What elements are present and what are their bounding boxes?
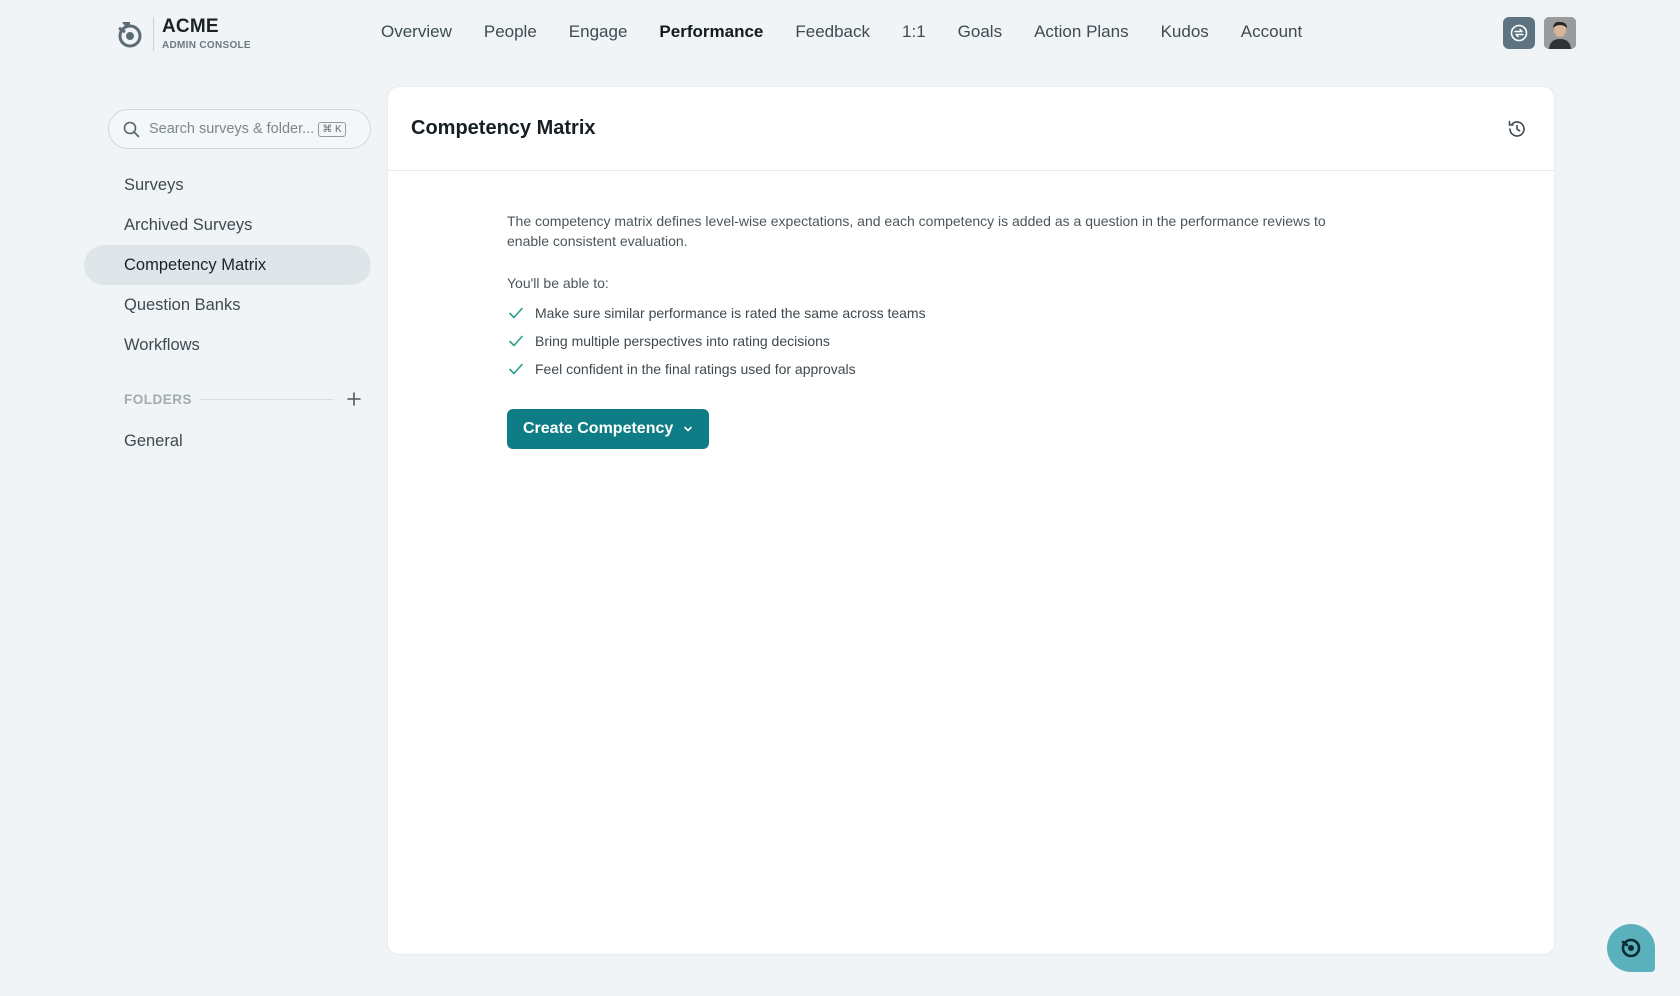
nav-feedback[interactable]: Feedback (795, 20, 870, 44)
sidebar-list: Surveys Archived Surveys Competency Matr… (84, 165, 371, 365)
nav-account[interactable]: Account (1241, 20, 1302, 44)
top-actions (1503, 17, 1576, 49)
acme-logo-icon (115, 17, 145, 51)
brand-divider (153, 16, 154, 51)
check-icon (507, 360, 525, 378)
switch-app-button[interactable] (1503, 17, 1535, 49)
nav-people[interactable]: People (484, 20, 537, 44)
chat-icon (1621, 938, 1641, 958)
list-item: Make sure similar performance is rated t… (507, 299, 1327, 327)
nav-action-plans[interactable]: Action Plans (1034, 20, 1129, 44)
folder-item-general[interactable]: General (84, 421, 371, 461)
nav-kudos[interactable]: Kudos (1161, 20, 1209, 44)
create-competency-label: Create Competency (523, 420, 674, 437)
chat-support-button[interactable] (1607, 924, 1655, 972)
folders-header: FOLDERS (84, 387, 371, 411)
search-input[interactable]: Search surveys & folder... ⌘ K (108, 109, 371, 149)
brand-subtitle: ADMIN CONSOLE (162, 40, 251, 51)
description: The competency matrix defines level-wise… (507, 213, 1326, 249)
search-icon (123, 121, 140, 137)
list-item: Bring multiple perspectives into rating … (507, 327, 1327, 355)
check-icon (507, 304, 525, 322)
benefits-list: Make sure similar performance is rated t… (507, 299, 1327, 383)
benefit-text: Make sure similar performance is rated t… (535, 305, 926, 321)
brand[interactable]: ACME ADMIN CONSOLE (115, 16, 251, 51)
create-competency-button[interactable]: Create Competency (507, 409, 710, 449)
check-icon (507, 332, 525, 350)
user-avatar[interactable] (1544, 17, 1576, 49)
sidebar-item-workflows[interactable]: Workflows (84, 325, 371, 365)
benefit-text: Feel confident in the final ratings used… (535, 361, 856, 377)
list-item: Feel confident in the final ratings used… (507, 355, 1327, 383)
sidebar-item-competency-matrix[interactable]: Competency Matrix (84, 245, 371, 285)
panel-header: Competency Matrix (388, 87, 1554, 171)
able-to-label: You'll be able to: (507, 275, 609, 291)
history-button[interactable] (1502, 114, 1532, 144)
benefit-text: Bring multiple perspectives into rating … (535, 333, 830, 349)
sidebar-item-surveys[interactable]: Surveys (84, 165, 371, 205)
page-title: Competency Matrix (411, 117, 596, 139)
chevron-down-icon (683, 424, 693, 434)
nav-engage[interactable]: Engage (569, 20, 628, 44)
nav-one-on-one[interactable]: 1:1 (902, 20, 926, 44)
main-panel: Competency Matrix The competency matrix … (387, 86, 1555, 955)
main-nav: Overview People Engage Performance Feedb… (381, 20, 1334, 44)
switch-icon (1510, 24, 1528, 42)
nav-overview[interactable]: Overview (381, 20, 452, 44)
history-icon (1508, 120, 1525, 137)
brand-name: ACME (162, 16, 219, 37)
sidebar-item-archived-surveys[interactable]: Archived Surveys (84, 205, 371, 245)
top-bar: ACME ADMIN CONSOLE Overview People Engag… (0, 0, 1680, 66)
folders-label: FOLDERS (124, 391, 193, 407)
sidebar: Search surveys & folder... ⌘ K Surveys A… (84, 109, 371, 461)
sidebar-item-question-banks[interactable]: Question Banks (84, 285, 371, 325)
nav-performance[interactable]: Performance (659, 20, 763, 44)
nav-goals[interactable]: Goals (958, 20, 1002, 44)
search-placeholder: Search surveys & folder... (149, 121, 315, 137)
folders-divider (200, 398, 333, 400)
search-shortcut: ⌘ K (318, 121, 346, 137)
plus-icon (347, 392, 361, 406)
add-folder-button[interactable] (343, 388, 365, 410)
intro-content: The competency matrix defines level-wise… (507, 211, 1327, 449)
